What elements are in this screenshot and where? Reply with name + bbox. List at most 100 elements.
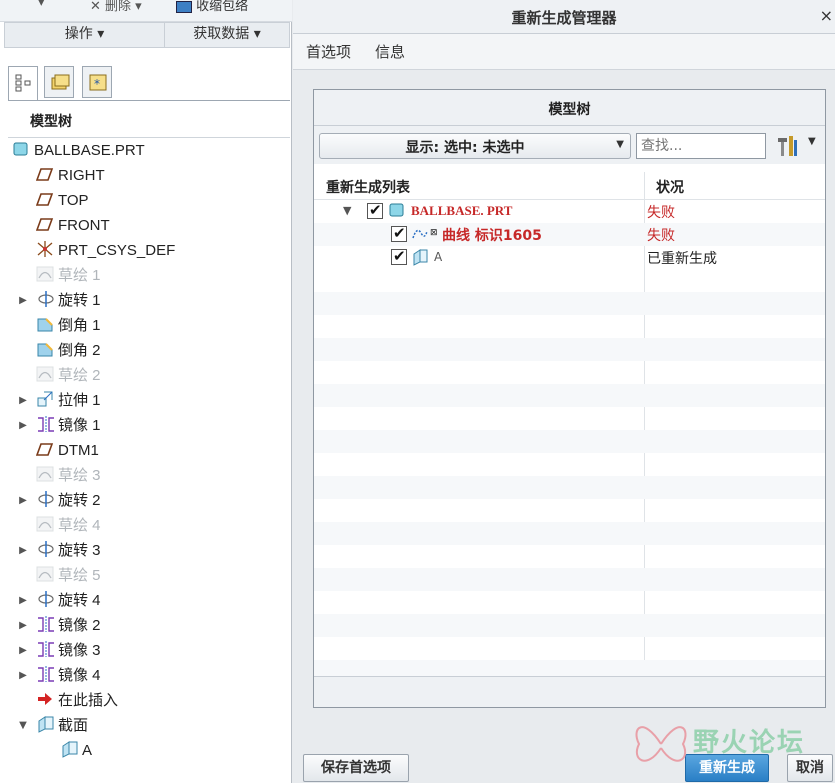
tree-item[interactable]: PRT_CSYS_DEF xyxy=(36,239,175,263)
delete-label: 删除 xyxy=(105,0,132,14)
regen-column-headers: 重新生成列表 状况 xyxy=(314,172,825,200)
tree-item[interactable]: 在此插入 xyxy=(36,689,118,713)
dialog-title: 重新生成管理器 xyxy=(511,9,617,27)
tree-settings-icon[interactable] xyxy=(775,134,803,158)
settings-dropdown-icon[interactable]: ▼ xyxy=(808,136,816,147)
row-checkbox[interactable] xyxy=(391,247,407,265)
tab-folder-browser[interactable] xyxy=(44,66,74,98)
empty-row xyxy=(314,476,825,499)
expand-arrow-icon[interactable]: ▶ xyxy=(17,595,29,606)
svg-text:*: * xyxy=(94,77,100,91)
sketch-icon xyxy=(36,515,54,533)
shrinkwrap-icon xyxy=(176,0,192,13)
tree-item[interactable]: 旋转 2 xyxy=(36,489,101,513)
tree-item[interactable]: 草绘 3 xyxy=(36,464,101,488)
tree-item[interactable]: 草绘 4 xyxy=(36,514,101,538)
expand-arrow-icon[interactable]: ▶ xyxy=(17,670,29,681)
row-checkbox[interactable] xyxy=(391,224,407,242)
menu-preferences[interactable]: 首选项 xyxy=(306,41,351,62)
revolve-icon xyxy=(36,490,54,508)
forum-watermark: 野火论坛 xyxy=(629,712,829,778)
tree-item[interactable]: 镜像 1 xyxy=(36,414,101,438)
tree-item[interactable]: 旋转 4 xyxy=(36,589,101,613)
collapse-arrow-icon[interactable]: ▼ xyxy=(343,204,351,217)
collapse-arrow-icon[interactable]: ▼ xyxy=(17,720,29,731)
tree-item[interactable]: TOP xyxy=(35,189,89,213)
curve-icon xyxy=(411,225,429,245)
expand-arrow-icon[interactable]: ▶ xyxy=(17,545,29,556)
chevron-down-icon: ▼ xyxy=(616,139,624,150)
datum-plane-icon xyxy=(35,215,54,233)
regen-tree-header: 模型树 xyxy=(314,90,825,126)
menu-info[interactable]: 信息 xyxy=(375,41,405,62)
save-preferences-button[interactable]: 保存首选项 xyxy=(303,754,409,782)
tree-item[interactable]: 镜像 4 xyxy=(36,664,101,688)
ribbon-top-strip: ▾ ✕ 删除 ▾ 收缩包络 xyxy=(0,0,292,22)
model-tree-title: 模型树 xyxy=(30,114,72,130)
tree-item[interactable]: 倒角 1 xyxy=(36,314,101,338)
tree-item[interactable]: 倒角 2 xyxy=(36,339,101,363)
expand-arrow-icon[interactable]: ▶ xyxy=(17,295,29,306)
display-select[interactable]: 显示: 选中: 未选中 ▼ xyxy=(319,133,631,159)
col-regen-list[interactable]: 重新生成列表 xyxy=(326,177,410,197)
part-icon xyxy=(389,202,405,222)
regen-tree-title: 模型树 xyxy=(548,102,591,118)
revolve-icon xyxy=(36,590,54,608)
empty-row xyxy=(314,292,825,315)
row-status: 已重新生成 xyxy=(647,251,717,267)
table-row[interactable]: ▼ BALLBASE. PRT 失败 xyxy=(314,200,825,223)
csys-icon xyxy=(36,240,54,258)
tree-item[interactable]: FRONT xyxy=(35,214,110,238)
operations-group-button[interactable]: 操作 ▾ xyxy=(5,23,165,47)
expand-arrow-icon[interactable]: ▶ xyxy=(17,495,29,506)
tree-item-label: TOP xyxy=(58,192,89,209)
delete-button[interactable]: ✕ 删除 ▾ xyxy=(90,0,142,14)
search-input[interactable] xyxy=(636,133,766,159)
table-row[interactable]: A 已重新生成 xyxy=(314,246,825,269)
model-tree-panel: ▾ ✕ 删除 ▾ 收缩包络 操作 ▾ 获取数据 ▾ * 模型树 BALLBASE… xyxy=(0,0,292,783)
tree-item[interactable]: 旋转 3 xyxy=(36,539,101,563)
tree-item[interactable]: 镜像 2 xyxy=(36,614,101,638)
tab-favorites[interactable]: * xyxy=(82,66,112,98)
tree-item[interactable]: DTM1 xyxy=(35,439,99,463)
tab-model-tree[interactable] xyxy=(8,66,38,100)
tree-item[interactable]: 旋转 1 xyxy=(36,289,101,313)
expand-arrow-icon[interactable]: ▶ xyxy=(17,420,29,431)
regen-tree-footer xyxy=(314,676,825,707)
table-row[interactable]: ⊠ 曲线 标识1605 失败 xyxy=(314,223,825,246)
datum-plane-icon xyxy=(35,190,54,208)
tree-item[interactable]: 草绘 2 xyxy=(36,364,101,388)
mirror-icon xyxy=(36,640,54,658)
row-label: A xyxy=(434,250,443,264)
empty-row xyxy=(314,338,825,361)
expand-arrow-icon[interactable]: ▶ xyxy=(17,645,29,656)
shrinkwrap-button[interactable]: 收缩包络 xyxy=(176,0,248,14)
empty-row xyxy=(314,522,825,545)
tree-item[interactable]: RIGHT xyxy=(35,164,105,188)
dropdown-arrow-icon[interactable]: ▾ xyxy=(38,0,45,10)
watermark-text: 野火论坛 xyxy=(693,728,806,758)
tree-item-label: BALLBASE.PRT xyxy=(34,142,145,159)
tree-item-label: 草绘 3 xyxy=(58,467,101,484)
part-icon xyxy=(12,140,30,158)
tree-item[interactable]: 草绘 5 xyxy=(36,564,101,588)
close-icon[interactable]: × xyxy=(820,6,833,25)
tree-item[interactable]: 拉伸 1 xyxy=(36,389,101,413)
tree-item[interactable]: 草绘 1 xyxy=(36,264,101,288)
expand-arrow-icon[interactable]: ▶ xyxy=(17,395,29,406)
tree-item-label: 截面 xyxy=(58,717,89,734)
tree-item[interactable]: 截面 xyxy=(36,714,88,738)
tree-item[interactable]: BALLBASE.PRT xyxy=(12,139,145,163)
row-checkbox[interactable] xyxy=(367,201,383,219)
shrinkwrap-label: 收缩包络 xyxy=(196,0,249,14)
display-select-value: 显示: 选中: 未选中 xyxy=(405,140,525,156)
tree-item[interactable]: 镜像 3 xyxy=(36,639,101,663)
expand-arrow-icon[interactable]: ▶ xyxy=(17,620,29,631)
tree-item-label: 旋转 4 xyxy=(58,592,101,609)
ribbon-groups: 操作 ▾ 获取数据 ▾ xyxy=(4,22,290,48)
get-data-group-button[interactable]: 获取数据 ▾ xyxy=(165,23,289,47)
revolve-icon xyxy=(36,540,54,558)
tree-item[interactable]: A xyxy=(60,739,92,763)
tree-item-label: 在此插入 xyxy=(58,692,119,709)
col-status[interactable]: 状况 xyxy=(656,177,684,197)
